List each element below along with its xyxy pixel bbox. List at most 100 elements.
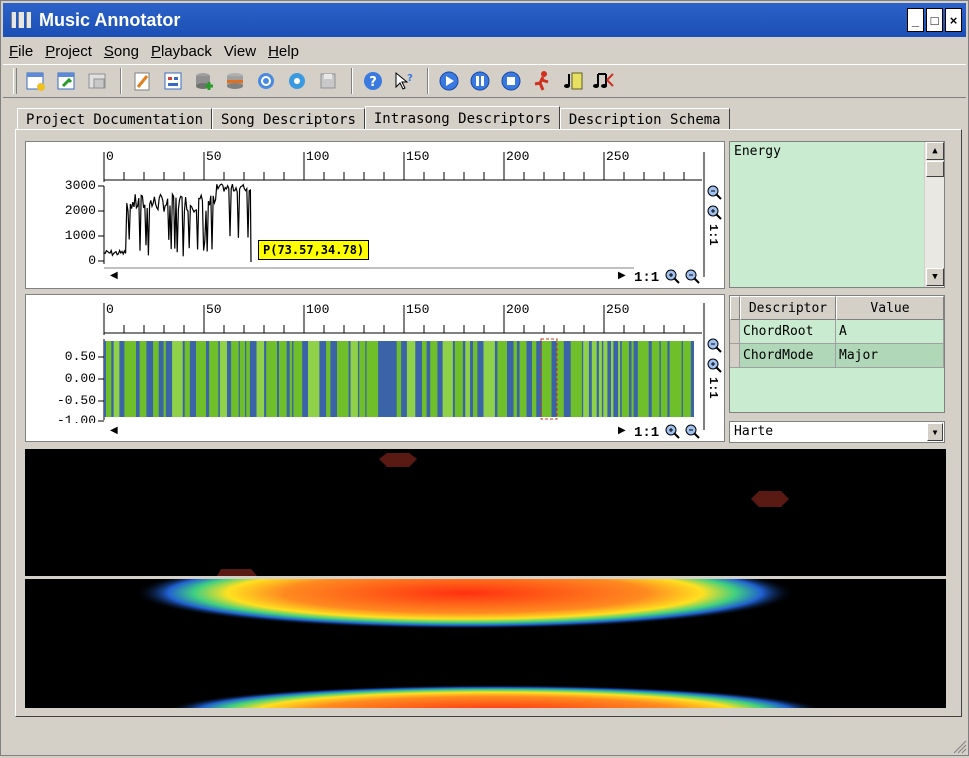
zoom-out-icon[interactable] xyxy=(684,268,700,288)
wave-xtick-100: 100 xyxy=(306,302,330,317)
menu-help[interactable]: Help xyxy=(262,43,305,60)
menu-file[interactable]: File xyxy=(3,43,39,60)
close-project-icon[interactable] xyxy=(83,67,111,95)
menu-project[interactable]: Project xyxy=(39,43,98,60)
scroll-up-arrow[interactable]: ▲ xyxy=(926,142,944,160)
cell-value[interactable]: A xyxy=(836,320,944,344)
segment-annotation-view[interactable] xyxy=(25,449,946,576)
maximize-button[interactable]: □ xyxy=(926,8,943,32)
toolbar: ? ? xyxy=(3,64,966,98)
energy-plot-canvas xyxy=(98,152,705,277)
add-database-icon[interactable] xyxy=(190,67,218,95)
minimize-button[interactable]: _ xyxy=(907,8,924,32)
energy-ytick-3000: 3000 xyxy=(64,178,96,193)
edit-icon[interactable] xyxy=(128,67,156,95)
chevron-down-icon[interactable]: ▼ xyxy=(927,423,943,441)
tab-intrasong-descriptors[interactable]: Intrasong Descriptors xyxy=(364,106,560,130)
descriptor-name: Energy xyxy=(734,144,781,159)
row-header[interactable] xyxy=(730,320,740,344)
vertical-scrollbar[interactable]: ▲ ▼ xyxy=(924,142,944,287)
scroll-right-arrow[interactable]: ▶ xyxy=(618,425,626,436)
zoom-in-icon[interactable] xyxy=(664,268,680,288)
energy-xtick-200: 200 xyxy=(506,149,530,164)
music-note-icon[interactable] xyxy=(590,67,618,95)
scroll-down-arrow[interactable]: ▼ xyxy=(926,268,944,286)
whats-this-icon[interactable]: ? xyxy=(390,67,418,95)
menu-bar: File Project Song Playback View Help xyxy=(3,39,305,63)
vertical-zoom-in-icon[interactable] xyxy=(706,357,722,377)
schema-combobox[interactable]: Harte ▼ xyxy=(729,421,945,443)
refresh-icon[interactable] xyxy=(252,67,280,95)
scroll-right-arrow[interactable]: ▶ xyxy=(618,270,626,281)
vertical-zoom-in-icon[interactable] xyxy=(706,204,722,224)
close-button[interactable]: × xyxy=(945,8,962,32)
title-bar[interactable]: Music Annotator _ □ × xyxy=(3,3,966,37)
menu-song[interactable]: Song xyxy=(98,43,145,60)
app-window: Music Annotator _ □ × File Project Song … xyxy=(0,0,969,756)
cell-value[interactable]: Major xyxy=(836,344,944,368)
zoom-ratio[interactable]: 1:1 xyxy=(634,425,659,441)
run-extractor-icon[interactable] xyxy=(528,67,556,95)
help-icon[interactable]: ? xyxy=(359,67,387,95)
vertical-zoom-ratio[interactable]: 1:1 xyxy=(706,377,720,399)
wave-xtick-200: 200 xyxy=(506,302,530,317)
wave-ytick-0.00: 0.00 xyxy=(64,371,96,386)
segment-marker[interactable] xyxy=(751,491,789,507)
column-header-descriptor[interactable]: Descriptor xyxy=(740,296,836,320)
tab-project-documentation[interactable]: Project Documentation xyxy=(17,108,213,130)
song-frame-icon[interactable] xyxy=(559,67,587,95)
svg-text:?: ? xyxy=(369,75,377,90)
table-row[interactable]: ChordMode Major xyxy=(730,344,944,368)
energy-plot[interactable]: 0 50 100 150 200 250 3000 2000 1000 0 P(… xyxy=(25,141,725,289)
pause-icon[interactable] xyxy=(466,67,494,95)
scroll-thumb[interactable] xyxy=(926,161,944,177)
segment-marker[interactable] xyxy=(379,453,417,467)
wave-xtick-0: 0 xyxy=(106,302,114,317)
waveform-plot[interactable]: 0 50 100 150 200 250 0.50 0.00 -0.50 -1.… xyxy=(25,294,725,442)
cell-descriptor[interactable]: ChordMode xyxy=(740,344,836,368)
vertical-zoom-out-icon[interactable] xyxy=(706,337,722,357)
wave-xtick-50: 50 xyxy=(206,302,222,317)
toolbar-separator xyxy=(120,68,122,94)
vertical-zoom-out-icon[interactable] xyxy=(706,184,722,204)
toolbar-grip[interactable] xyxy=(13,68,17,94)
row-header-corner xyxy=(730,296,740,320)
spectrogram-canvas xyxy=(135,579,823,708)
scroll-left-arrow[interactable]: ◀ xyxy=(110,270,118,281)
stop-icon[interactable] xyxy=(497,67,525,95)
database-icon[interactable] xyxy=(221,67,249,95)
scroll-left-arrow[interactable]: ◀ xyxy=(110,425,118,436)
segment-marker[interactable] xyxy=(217,569,257,576)
cell-descriptor[interactable]: ChordRoot xyxy=(740,320,836,344)
energy-xtick-50: 50 xyxy=(206,149,222,164)
svg-text:?: ? xyxy=(407,73,413,84)
zoom-out-icon[interactable] xyxy=(684,423,700,443)
new-project-icon[interactable] xyxy=(21,67,49,95)
wave-xtick-150: 150 xyxy=(406,302,430,317)
play-icon[interactable] xyxy=(435,67,463,95)
toolbar-separator xyxy=(427,68,429,94)
descriptor-text-area[interactable]: Energy ▲ ▼ xyxy=(729,141,945,288)
combo-selected-value: Harte xyxy=(734,424,774,439)
menu-playback[interactable]: Playback xyxy=(145,43,218,60)
table-row[interactable]: ChordRoot A xyxy=(730,320,944,344)
energy-ytick-2000: 2000 xyxy=(64,203,96,218)
energy-xtick-250: 250 xyxy=(606,149,630,164)
menu-view[interactable]: View xyxy=(218,43,262,60)
zoom-in-icon[interactable] xyxy=(664,423,680,443)
column-header-value[interactable]: Value xyxy=(836,296,944,320)
wave-xtick-250: 250 xyxy=(606,302,630,317)
energy-ytick-0: 0 xyxy=(88,253,96,268)
spectrogram-view[interactable] xyxy=(25,579,946,708)
zoom-ratio[interactable]: 1:1 xyxy=(634,270,659,286)
schema-icon[interactable] xyxy=(159,67,187,95)
open-project-icon[interactable] xyxy=(52,67,80,95)
tab-description-schema[interactable]: Description Schema xyxy=(559,108,730,130)
vertical-zoom-ratio[interactable]: 1:1 xyxy=(706,224,720,246)
save-icon[interactable] xyxy=(314,67,342,95)
resize-grip[interactable] xyxy=(953,739,967,758)
settings-icon[interactable] xyxy=(283,67,311,95)
row-header[interactable] xyxy=(730,344,740,368)
tab-song-descriptors[interactable]: Song Descriptors xyxy=(212,108,365,130)
waveform-canvas xyxy=(98,303,705,430)
